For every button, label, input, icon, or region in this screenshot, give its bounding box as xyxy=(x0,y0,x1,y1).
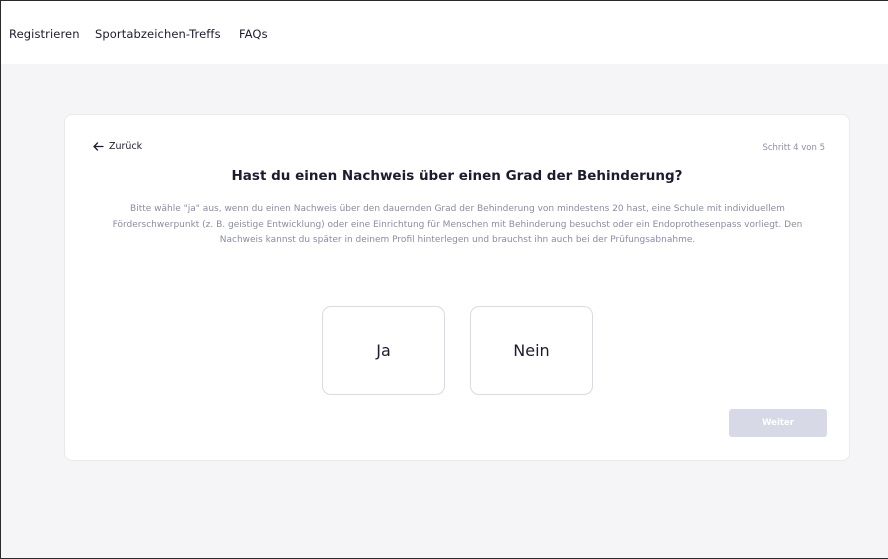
next-label: Weiter xyxy=(762,418,794,428)
option-ja-button[interactable]: Ja xyxy=(322,306,445,395)
page-frame: Registrieren Sportabzeichen-Treffs FAQs … xyxy=(0,0,888,559)
back-button[interactable]: Zurück xyxy=(93,141,142,152)
nav-link-sportabzeichen-treffs[interactable]: Sportabzeichen-Treffs xyxy=(95,27,221,41)
option-nein-button[interactable]: Nein xyxy=(470,306,593,395)
arrow-left-icon xyxy=(93,142,104,151)
question-title: Hast du einen Nachweis über einen Grad d… xyxy=(231,168,683,184)
question-description: Bitte wähle "ja" aus, wenn du einen Nach… xyxy=(112,204,803,245)
next-button[interactable]: Weiter xyxy=(729,409,827,437)
nav-link-faqs[interactable]: FAQs xyxy=(239,27,268,41)
nav-link-registrieren[interactable]: Registrieren xyxy=(9,27,80,41)
option-nein-label: Nein xyxy=(513,341,550,360)
option-ja-label: Ja xyxy=(376,341,391,360)
question-card: Zurück Schritt 4 von 5 Hast du einen Nac… xyxy=(64,114,850,461)
step-indicator: Schritt 4 von 5 xyxy=(762,143,825,153)
top-navigation: Registrieren Sportabzeichen-Treffs FAQs xyxy=(1,1,888,64)
back-label: Zurück xyxy=(109,141,143,152)
